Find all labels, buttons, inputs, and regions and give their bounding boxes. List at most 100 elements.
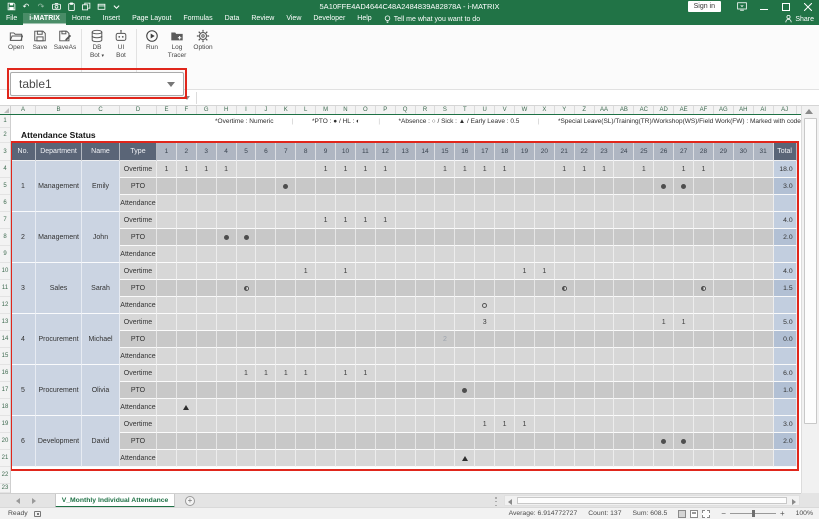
tab-splitter-handle[interactable] — [495, 497, 499, 506]
tab-home[interactable]: Home — [66, 13, 97, 25]
run-button[interactable]: Run — [141, 28, 164, 52]
save-icon[interactable] — [6, 1, 16, 12]
row-number-10[interactable]: 10 — [0, 263, 10, 280]
row-number-19[interactable]: 19 — [0, 416, 10, 433]
zoom-slider-thumb[interactable] — [752, 510, 755, 517]
scroll-right-icon[interactable] — [792, 499, 796, 505]
save-as-button[interactable]: SaveAs — [53, 28, 78, 52]
sheet-tab-active[interactable]: V_Monthly Individual Attendance — [55, 494, 175, 508]
column-letter-AF[interactable]: AF — [694, 106, 714, 114]
new-sheet-button[interactable]: + — [185, 496, 195, 506]
copy-window-icon[interactable] — [81, 1, 91, 12]
tab-data[interactable]: Data — [219, 13, 246, 25]
row-number-18[interactable]: 18 — [0, 399, 10, 416]
switch-windows-icon[interactable] — [96, 1, 106, 12]
column-letter-L[interactable]: L — [296, 106, 316, 114]
row-number-9[interactable]: 9 — [0, 246, 10, 263]
column-letter-AB[interactable]: AB — [614, 106, 634, 114]
tab-developer[interactable]: Developer — [307, 13, 351, 25]
column-letter-G[interactable]: G — [197, 106, 217, 114]
column-letter-C[interactable]: C — [82, 106, 120, 114]
sheet-nav-left-icon[interactable] — [16, 498, 20, 504]
column-letter-AJ[interactable]: AJ — [774, 106, 797, 114]
column-letter-Y[interactable]: Y — [555, 106, 575, 114]
tab-review[interactable]: Review — [245, 13, 280, 25]
zoom-out-icon[interactable]: − — [721, 510, 726, 518]
tab-page-layout[interactable]: Page Layout — [126, 13, 177, 25]
column-letter-AA[interactable]: AA — [595, 106, 615, 114]
row-number-22[interactable]: 22 — [0, 467, 10, 484]
zoom-slider[interactable] — [730, 513, 776, 514]
column-letter-X[interactable]: X — [535, 106, 555, 114]
page-break-view-icon[interactable] — [702, 510, 710, 518]
row-number-5[interactable]: 5 — [0, 178, 10, 195]
column-letter-B[interactable]: B — [36, 106, 82, 114]
paste-icon[interactable] — [66, 1, 76, 12]
column-letter-AG[interactable]: AG — [714, 106, 734, 114]
row-number-6[interactable]: 6 — [0, 195, 10, 212]
column-letter-V[interactable]: V — [495, 106, 515, 114]
camera-icon[interactable] — [51, 1, 61, 12]
row-number-20[interactable]: 20 — [0, 433, 10, 450]
column-letter-H[interactable]: H — [217, 106, 237, 114]
column-letter-AC[interactable]: AC — [634, 106, 654, 114]
column-letter-AH[interactable]: AH — [734, 106, 754, 114]
column-letter-F[interactable]: F — [177, 106, 197, 114]
zoom-in-icon[interactable]: + — [780, 510, 785, 518]
scroll-up-icon[interactable] — [805, 109, 813, 114]
spreadsheet-grid[interactable]: *Overtime : Numeric|*PTO : ● / HL : ◐|*A… — [11, 115, 801, 493]
column-letter-AD[interactable]: AD — [654, 106, 674, 114]
vertical-scroll-thumb[interactable] — [804, 118, 817, 424]
log-tracer-button[interactable]: Log Tracer — [165, 28, 190, 60]
row-number-15[interactable]: 15 — [0, 348, 10, 365]
vertical-scrollbar[interactable] — [801, 106, 819, 507]
column-letter-S[interactable]: S — [435, 106, 455, 114]
column-letter-Q[interactable]: Q — [396, 106, 416, 114]
tab-help[interactable]: Help — [351, 13, 377, 25]
qat-customize-icon[interactable] — [111, 1, 121, 12]
db-bot-button[interactable]: DB Bot ▾ — [86, 28, 109, 60]
column-letter-A[interactable]: A — [11, 106, 36, 114]
column-letter-U[interactable]: U — [475, 106, 495, 114]
column-letter-M[interactable]: M — [316, 106, 336, 114]
row-number-7[interactable]: 7 — [0, 212, 10, 229]
row-number-16[interactable]: 16 — [0, 365, 10, 382]
option-button[interactable]: Option — [191, 28, 216, 52]
row-number-14[interactable]: 14 — [0, 331, 10, 348]
scroll-left-icon[interactable] — [508, 499, 512, 505]
select-all-corner[interactable] — [0, 106, 11, 114]
row-number-23[interactable]: 23 — [0, 484, 10, 493]
macro-record-icon[interactable] — [34, 511, 41, 517]
column-letter-R[interactable]: R — [416, 106, 436, 114]
column-letter-I[interactable]: I — [237, 106, 257, 114]
ui-bot-button[interactable]: UI Bot — [110, 28, 133, 60]
column-letter-P[interactable]: P — [376, 106, 396, 114]
row-number-4[interactable]: 4 — [0, 161, 10, 178]
column-letter-AE[interactable]: AE — [674, 106, 694, 114]
share-button[interactable]: Share — [785, 13, 814, 25]
close-button[interactable] — [797, 0, 819, 13]
column-letter-J[interactable]: J — [256, 106, 276, 114]
tab-file[interactable]: File — [0, 13, 23, 25]
horizontal-scrollbar[interactable] — [504, 495, 800, 506]
tab-i-matrix[interactable]: i-MATRIX — [23, 13, 66, 25]
row-number-3[interactable]: 3 — [0, 143, 10, 161]
row-number-21[interactable]: 21 — [0, 450, 10, 467]
horizontal-scroll-thumb[interactable] — [517, 497, 787, 504]
column-letter-AI[interactable]: AI — [754, 106, 774, 114]
normal-view-icon[interactable] — [678, 510, 686, 518]
save-button[interactable]: Save — [29, 28, 52, 52]
tab-insert[interactable]: Insert — [97, 13, 127, 25]
ribbon-display-options-icon[interactable] — [731, 0, 753, 13]
column-letter-E[interactable]: E — [157, 106, 177, 114]
minimize-button[interactable] — [753, 0, 775, 13]
tell-me-box[interactable]: Tell me what you want to do — [378, 13, 486, 25]
maximize-button[interactable] — [775, 0, 797, 13]
row-number-8[interactable]: 8 — [0, 229, 10, 246]
column-letter-N[interactable]: N — [336, 106, 356, 114]
column-letter-D[interactable]: D — [120, 106, 157, 114]
sheet-nav-right-icon[interactable] — [32, 498, 36, 504]
redo-icon[interactable]: ↷ — [36, 1, 46, 12]
column-letter-W[interactable]: W — [515, 106, 535, 114]
column-letter-Z[interactable]: Z — [575, 106, 595, 114]
